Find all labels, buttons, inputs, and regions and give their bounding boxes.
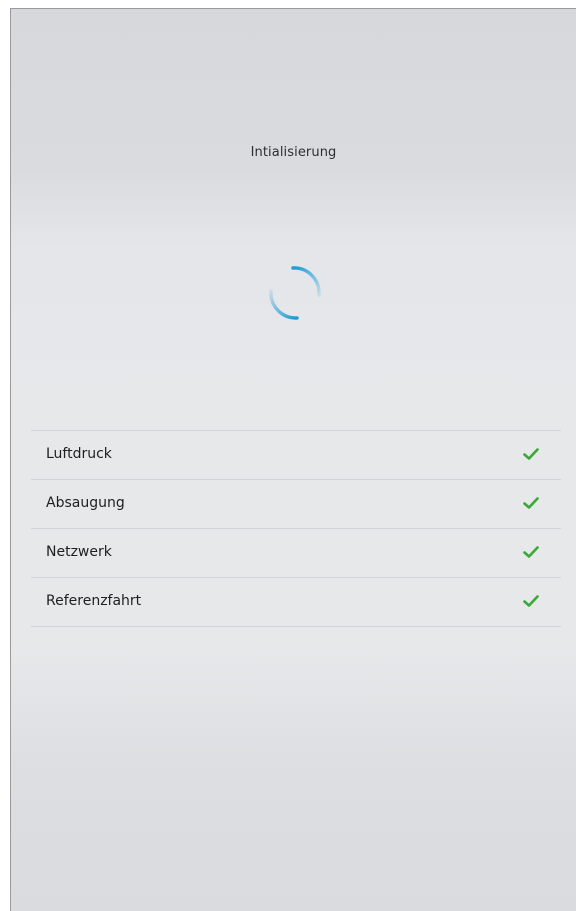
checkmark-icon: [523, 497, 539, 509]
checkmark-icon: [523, 595, 539, 607]
checkmark-icon: [523, 448, 539, 460]
status-label: Referenzfahrt: [46, 593, 142, 609]
status-label: Netzwerk: [46, 544, 112, 560]
initialization-screen: Intialisierung Luftdruck Absaugung Netzw…: [10, 8, 576, 911]
status-label: Absaugung: [46, 495, 125, 511]
status-row-referenzfahrt: Referenzfahrt: [31, 578, 561, 627]
status-row-absaugung: Absaugung: [31, 480, 561, 529]
status-row-luftdruck: Luftdruck: [31, 431, 561, 480]
loading-spinner-icon: [269, 266, 321, 320]
status-row-netzwerk: Netzwerk: [31, 529, 561, 578]
checkmark-icon: [523, 546, 539, 558]
status-list: Luftdruck Absaugung Netzwerk Referenzfah…: [31, 430, 561, 627]
page-title: Intialisierung: [250, 145, 337, 160]
status-label: Luftdruck: [46, 446, 112, 462]
